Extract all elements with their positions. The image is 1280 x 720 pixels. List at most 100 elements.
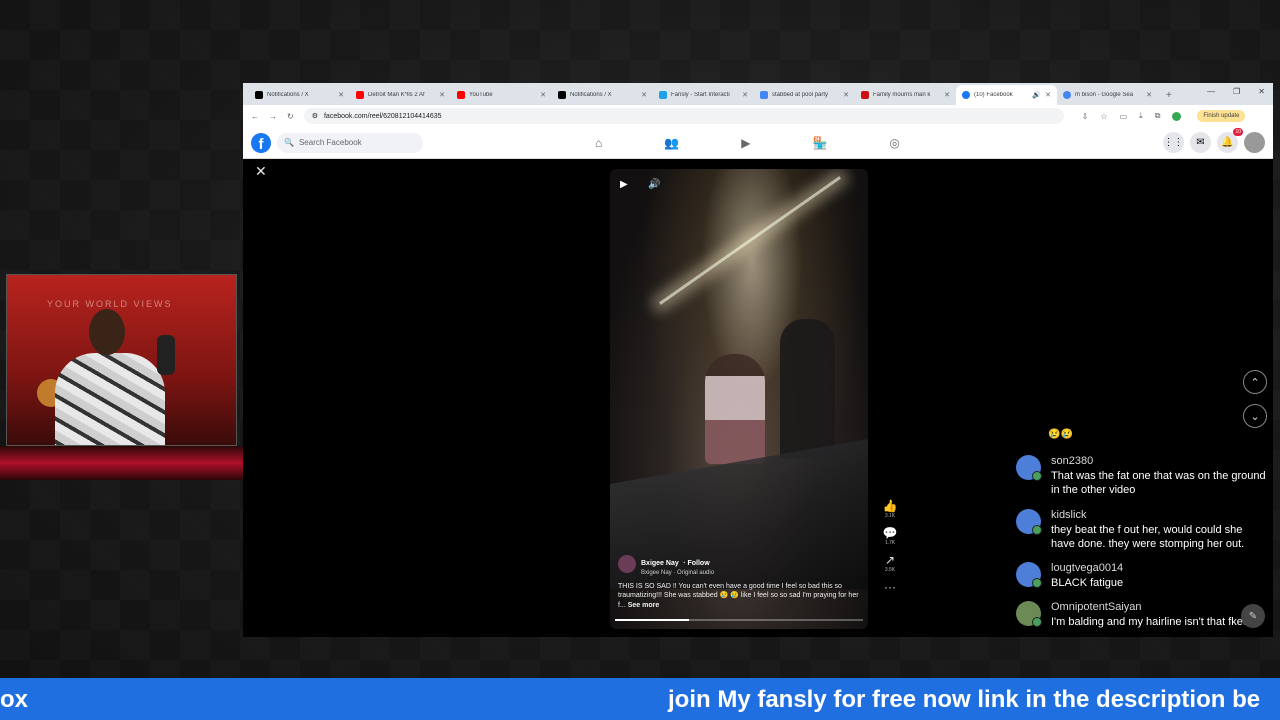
wall-text: YOUR WORLD VIEWS [47,299,173,309]
user-avatar [1016,601,1042,628]
live-chat: son2380 That was the fat one that was on … [1012,455,1268,641]
x-icon [255,91,263,99]
chevron-down-icon[interactable]: ⌄ [1243,404,1267,428]
profile-avatar[interactable] [1172,111,1182,121]
facebook-logo[interactable]: f [251,132,271,153]
menu-grid-icon[interactable]: ⋮⋮ [1163,132,1184,153]
video-progress-bar[interactable] [615,619,863,621]
close-icon[interactable]: ✕ [944,91,950,99]
chevron-up-icon[interactable]: ⌃ [1243,370,1267,394]
fansly-icon [659,91,667,99]
back-icon[interactable]: ← [251,112,259,121]
reel-meta: Bxigee Nay · Follow Bxigee Nay · Origina… [618,552,863,611]
window-controls: — ❐ ✕ [1207,87,1265,96]
ticker-fragment: ox [0,686,29,713]
audio-label[interactable]: Bxigee Nay · Original audio [641,570,714,576]
close-icon[interactable]: ✕ [742,91,748,99]
tab-label: Notifications / X [570,92,612,98]
close-icon[interactable]: ✕ [338,91,344,99]
marketplace-icon[interactable]: 🏪 [812,136,827,150]
browser-tab-active[interactable]: (10) Facebook 🔊 ✕ [956,85,1057,105]
maximize-icon[interactable]: ❐ [1233,87,1240,96]
facebook-search-input[interactable]: 🔍 Search Facebook [277,132,423,153]
more-options-icon[interactable]: ··· [880,580,900,594]
search-icon: 🔍 [284,138,294,147]
sidepanel-icon[interactable]: ▭ [1120,112,1128,121]
browser-tab[interactable]: Detroit Man K*lls 2 Af ✕ [350,85,451,105]
reel-actions: 👍 3.1K 💬 1.7K ↗ 3.5K ··· [880,499,900,601]
youtube-icon [457,91,465,99]
browser-tab[interactable]: Fansly - Start Interacti ✕ [653,85,754,105]
download-icon[interactable]: ⤓ [1139,111,1143,121]
browser-tab[interactable]: stabbed at pool party ✕ [754,85,855,105]
address-bar-row: ← → ↻ ⚙ facebook.com/reel/62081210441463… [243,105,1273,127]
chat-text: That was the fat one that was on the gro… [1051,470,1266,497]
bookmark-star-icon[interactable]: ☆ [1100,112,1107,121]
new-tab-button[interactable]: + [1158,90,1180,105]
close-icon[interactable]: ✕ [641,91,647,99]
extensions-icon[interactable]: ⧉ [1155,111,1161,121]
author-name[interactable]: Bxigee Nay [641,560,679,567]
close-icon[interactable]: ✕ [540,91,546,99]
browser-tab[interactable]: Notifications / X ✕ [552,85,653,105]
comment-icon[interactable]: 💬 [880,526,900,540]
minimize-icon[interactable]: — [1207,87,1215,96]
author-avatar[interactable] [618,554,636,573]
close-icon[interactable]: ✕ [843,91,849,99]
share-icon[interactable]: ↗ [880,553,900,567]
browser-tab[interactable]: Family mourns man k ✕ [855,85,956,105]
play-icon[interactable]: ▶ [620,179,628,190]
chat-username: OmnipotentSaiyan [1051,601,1142,614]
like-count: 3.1K [884,513,896,519]
volume-icon[interactable]: 🔊 [648,179,660,190]
facebook-icon [962,91,970,99]
messenger-icon[interactable]: ✉ [1190,132,1211,153]
close-icon[interactable]: ✕ [1146,91,1152,99]
speaker-icon[interactable]: 🔊 [1032,91,1041,99]
friends-icon[interactable]: 👥 [664,136,679,150]
close-icon[interactable]: ✕ [255,163,267,180]
close-icon[interactable]: ✕ [1045,91,1051,99]
url-field[interactable]: ⚙ facebook.com/reel/620812104414635 [303,108,1064,124]
search-placeholder: Search Facebook [298,138,362,147]
tab-label: Fansly - Start Interacti [671,92,730,98]
home-icon[interactable]: ⌂ [595,136,602,150]
forward-icon[interactable]: → [269,112,277,121]
account-avatar[interactable] [1244,132,1265,153]
groups-icon[interactable]: ◎ [889,136,899,150]
tab-label: YouTube [469,92,493,98]
close-icon[interactable]: ✕ [439,91,445,99]
chat-username: kidslick [1051,508,1087,521]
reel-video[interactable]: ▶ 🔊 Bxigee Nay · Follow Bxigee Nay · Ori… [610,169,868,629]
microphone [157,335,175,375]
reload-icon[interactable]: ↻ [287,112,294,121]
user-avatar [1016,562,1042,589]
like-icon[interactable]: 👍 [880,499,900,513]
streamer-head [89,309,125,355]
webcam-overlay: YOUR WORLD VIEWS [6,274,237,446]
browser-tab[interactable]: YouTube ✕ [451,85,552,105]
close-window-icon[interactable]: ✕ [1258,87,1265,96]
site-info-icon[interactable]: ⚙ [312,112,318,120]
tab-label: Notifications / X [267,92,309,98]
tab-label: Detroit Man K*lls 2 Af [368,92,425,98]
chat-text: they beat the f out her, would could she… [1051,523,1245,550]
install-icon[interactable]: ⇩ [1082,112,1089,121]
video-person [705,354,765,464]
video-icon[interactable]: ▶ [741,136,750,150]
browser-tab[interactable]: Notifications / X ✕ [249,85,350,105]
finish-update-button[interactable]: Finish update [1197,110,1246,122]
see-more-link[interactable]: See more [628,602,660,609]
chat-message: son2380 That was the fat one that was on … [1012,455,1268,498]
notification-badge: 10 [1233,128,1243,136]
url-text: facebook.com/reel/620812104414635 [323,112,442,120]
notifications-bell-icon[interactable]: 🔔 10 [1217,128,1243,153]
flame-decoration [0,446,243,480]
browser-tab[interactable]: m bison - Google Sea ✕ [1057,85,1158,105]
edit-icon[interactable]: ✎ [1241,604,1265,628]
chat-text: BLACK fatigue [1051,577,1124,590]
google-icon [760,91,768,99]
streamer-body [55,353,165,445]
follow-link[interactable]: · Follow [683,560,709,567]
x-icon [558,91,566,99]
